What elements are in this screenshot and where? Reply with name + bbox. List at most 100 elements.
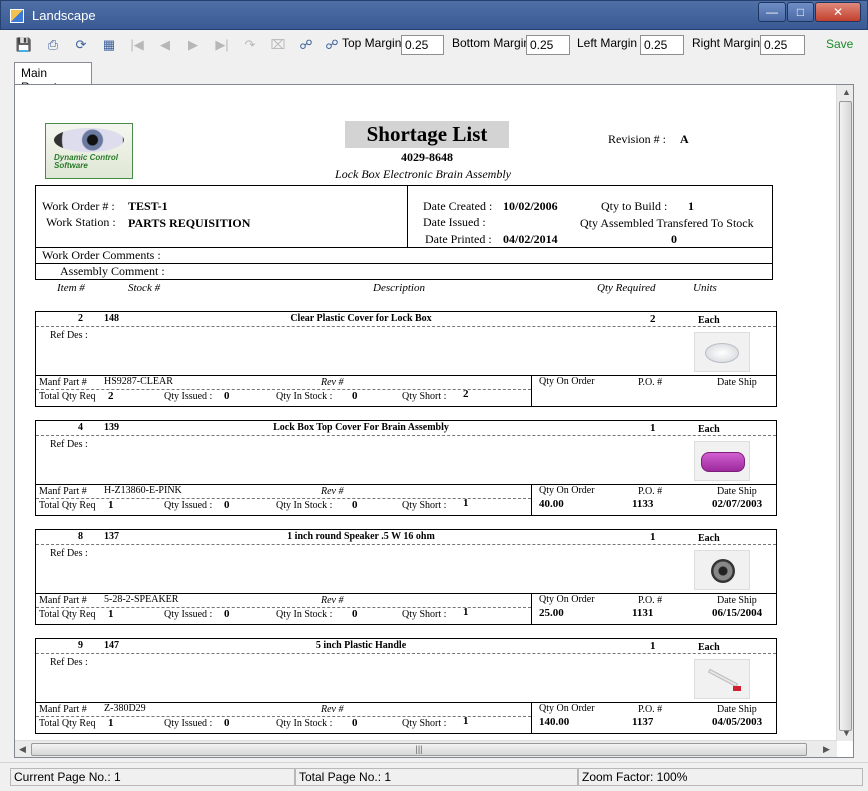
po-label: P.O. #: [638, 704, 663, 715]
total-qty-req-label: Total Qty Req: [39, 609, 96, 620]
date-ship-label: Date Ship: [717, 486, 757, 497]
print-icon[interactable]: ⎙: [44, 37, 62, 54]
stop-icon[interactable]: ⌧: [269, 37, 287, 54]
manf-part-label: Manf Part #: [39, 377, 87, 388]
qty-in-stock-value: 0: [352, 608, 358, 620]
find-icon[interactable]: ☍: [297, 37, 315, 54]
item-qty-required: 1: [650, 531, 656, 543]
rev-label: Rev #: [321, 595, 344, 606]
work-station-label: Work Station :: [46, 215, 116, 229]
item-description: 1 inch round Speaker .5 W 16 ohm: [287, 531, 435, 542]
total-qty-req-label: Total Qty Req: [39, 718, 96, 729]
tab-main-report[interactable]: Main Report: [14, 62, 92, 94]
date-ship-label: Date Ship: [717, 704, 757, 715]
logo-text: Dynamic Control Software: [54, 153, 119, 170]
scroll-right-icon[interactable]: ▶: [823, 744, 830, 755]
col-stock: Stock #: [128, 282, 161, 294]
horizontal-scroll-thumb[interactable]: |||: [31, 743, 807, 756]
manf-part-value: H-Z13860-E-PINK: [104, 485, 182, 496]
part-image: [694, 659, 750, 699]
qty-issued-value: 0: [224, 608, 230, 620]
po-label: P.O. #: [638, 486, 663, 497]
po-value: 1137: [632, 716, 654, 728]
col-qty-required: Qty Required: [597, 282, 656, 294]
vertical-scrollbar[interactable]: ▲ ▼: [836, 85, 853, 741]
item-description: 5 inch Plastic Handle: [315, 640, 407, 651]
manf-part-value: HS9287-CLEAR: [104, 376, 173, 387]
qty-issued-value: 0: [224, 499, 230, 511]
item-units: Each: [698, 642, 720, 653]
bottom-margin-label: Bottom Margin: [452, 36, 531, 50]
rev-label: Rev #: [321, 486, 344, 497]
last-page-icon[interactable]: ▶|: [213, 37, 231, 54]
top-margin-input[interactable]: [401, 35, 444, 55]
refresh-icon[interactable]: ⟳: [72, 37, 90, 54]
right-margin-label: Right Margin: [692, 36, 761, 50]
item-divider: [36, 326, 776, 327]
export-icon[interactable]: 💾: [15, 37, 33, 54]
manf-part-label: Manf Part #: [39, 486, 87, 497]
total-qty-req-label: Total Qty Req: [39, 391, 96, 402]
qty-on-order-value: 25.00: [539, 607, 564, 619]
po-label: P.O. #: [638, 595, 663, 606]
total-page-status: Total Page No.: 1: [295, 768, 578, 786]
qty-in-stock-label: Qty In Stock :: [276, 718, 333, 729]
scroll-up-icon[interactable]: ▲: [842, 87, 851, 97]
next-page-icon[interactable]: ▶: [184, 37, 202, 54]
vertical-scroll-thumb[interactable]: [839, 101, 852, 731]
qty-to-build-label: Qty to Build :: [601, 199, 668, 213]
rev-label: Rev #: [321, 377, 344, 388]
item-units: Each: [698, 315, 720, 326]
item-qty-required: 1: [650, 640, 656, 652]
item-description: Lock Box Top Cover For Brain Assembly: [273, 422, 449, 433]
qty-short-value: 1: [463, 497, 469, 509]
qty-on-order-value: 40.00: [539, 498, 564, 510]
app-icon: [10, 9, 24, 23]
goto-icon[interactable]: ↷: [241, 37, 259, 54]
item-number: 4: [78, 422, 83, 433]
current-page-status: Current Page No.: 1: [10, 768, 295, 786]
scroll-left-icon[interactable]: ◀: [19, 744, 26, 755]
item-detail-line: [36, 702, 776, 703]
total-qty-req-value: 2: [108, 390, 114, 402]
first-page-icon[interactable]: |◀: [128, 37, 146, 54]
close-button[interactable]: ✕: [815, 2, 861, 22]
qty-short-value: 2: [463, 388, 469, 400]
tree-icon[interactable]: ▦: [100, 37, 118, 54]
part-description: Lock Box Electronic Brain Assembly: [335, 167, 511, 181]
part-number: 4029-8648: [401, 150, 453, 164]
qty-short-value: 1: [463, 606, 469, 618]
qty-issued-value: 0: [224, 717, 230, 729]
horizontal-scrollbar[interactable]: ◀ ||| ▶: [15, 740, 837, 757]
date-created-value: 10/02/2006: [503, 199, 558, 213]
work-order-label: Work Order # :: [42, 199, 115, 213]
right-margin-input[interactable]: [760, 35, 805, 55]
item-detail-divider: [531, 375, 532, 406]
qty-in-stock-label: Qty In Stock :: [276, 609, 333, 620]
total-qty-req-value: 1: [108, 717, 114, 729]
item-divider: [36, 435, 776, 436]
save-button[interactable]: Save: [826, 37, 853, 51]
part-image: [694, 550, 750, 590]
item-units: Each: [698, 533, 720, 544]
po-value: 1131: [632, 607, 654, 619]
item-number: 9: [78, 640, 83, 651]
date-ship-value: 06/15/2004: [712, 607, 763, 619]
maximize-button[interactable]: □: [787, 2, 814, 22]
manf-part-value: Z-380D29: [104, 703, 146, 714]
ref-des-label: Ref Des :: [50, 330, 88, 341]
minimize-button[interactable]: —: [758, 2, 786, 22]
bottom-margin-input[interactable]: [526, 35, 570, 55]
qty-on-order-label: Qty On Order: [539, 594, 595, 605]
qty-short-label: Qty Short :: [402, 500, 447, 511]
po-label: P.O. #: [638, 377, 663, 388]
find-next-icon[interactable]: ☍: [323, 37, 341, 54]
qty-assembled-value: 0: [671, 232, 677, 246]
assembly-comment-label: Assembly Comment :: [60, 264, 165, 278]
col-description: Description: [373, 282, 425, 294]
total-qty-req-label: Total Qty Req: [39, 500, 96, 511]
prev-page-icon[interactable]: ◀: [156, 37, 174, 54]
scroll-down-icon[interactable]: ▼: [842, 728, 851, 738]
left-margin-input[interactable]: [640, 35, 684, 55]
qty-issued-label: Qty Issued :: [164, 391, 213, 402]
